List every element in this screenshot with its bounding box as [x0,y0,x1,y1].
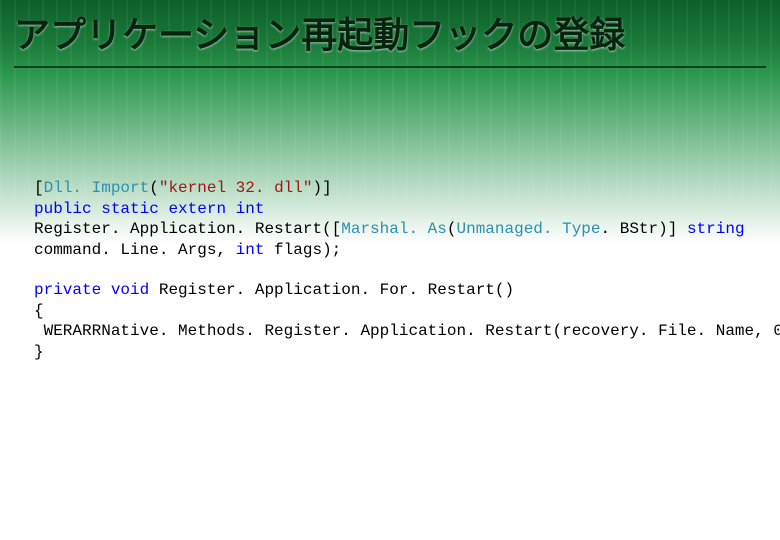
code-text: Register. Application. For. Restart() [149,281,514,299]
code-type: Unmanaged. Type [456,220,600,238]
code-text: flags); [264,241,341,259]
code-keyword: extern [168,200,226,218]
code-text: ( [149,179,159,197]
code-text: . BStr)] [601,220,687,238]
code-text [92,200,102,218]
code-keyword: private [34,281,101,299]
code-text: WERARRNative. Methods. Register. Applica… [34,322,780,340]
code-text: { [34,302,44,320]
code-text: )] [312,179,331,197]
code-string: "kernel 32. dll" [159,179,313,197]
code-text: command. Line. Args, [34,241,236,259]
code-block-1: [Dll. Import("kernel 32. dll")] public s… [34,178,746,260]
code-keyword: string [687,220,745,238]
code-keyword: void [111,281,149,299]
code-keyword: static [101,200,159,218]
code-block-2: private void Register. Application. For.… [34,280,746,362]
code-keyword: int [236,200,265,218]
code-keyword: public [34,200,92,218]
slide-title: アプリケーション再起動フックの登録 [14,6,766,68]
code-text: [ [34,179,44,197]
code-text [159,200,169,218]
code-type: Dll. Import [44,179,150,197]
code-type: Marshal. As [341,220,447,238]
code-text [101,281,111,299]
code-area: [Dll. Import("kernel 32. dll")] public s… [34,158,746,382]
code-text: } [34,343,44,361]
code-text [226,200,236,218]
code-keyword: int [236,241,265,259]
code-text: Register. Application. Restart([ [34,220,341,238]
